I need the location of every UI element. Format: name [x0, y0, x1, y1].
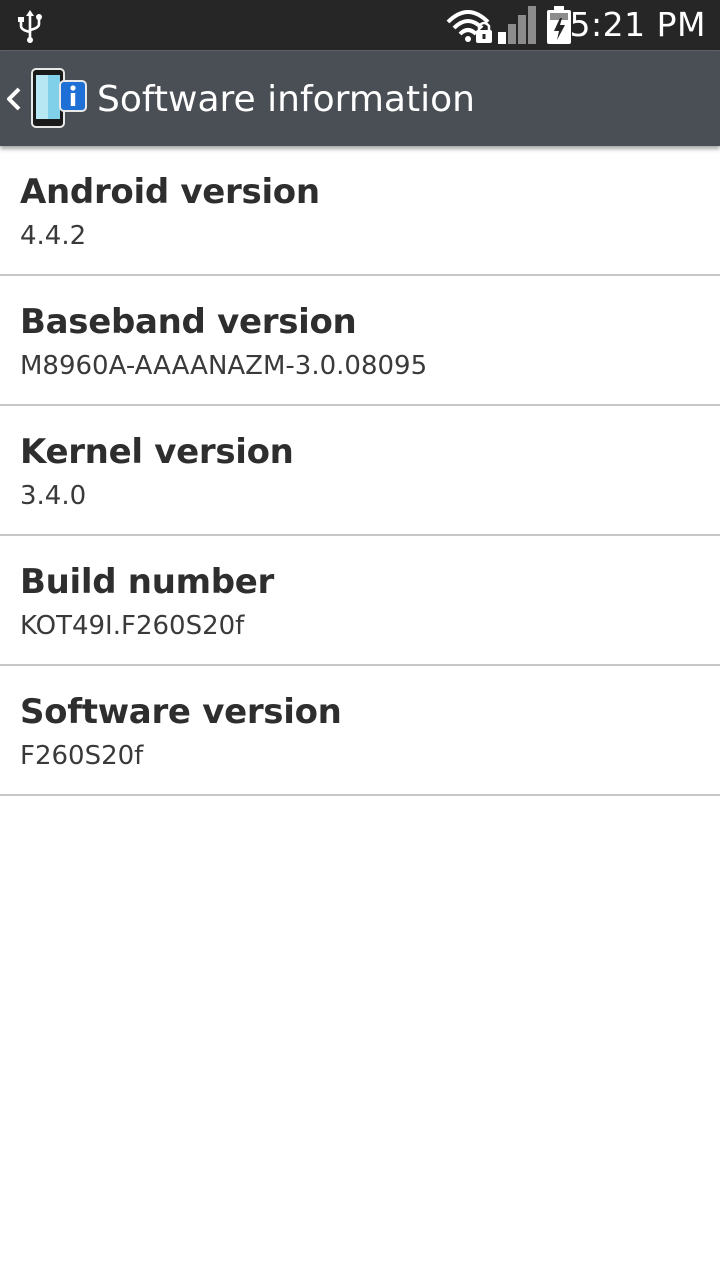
page-title: Software information	[97, 79, 475, 120]
list-item-kernel-version[interactable]: Kernel version 3.4.0	[0, 406, 720, 536]
list-item-android-version[interactable]: Android version 4.4.2	[0, 146, 720, 276]
item-label: Baseband version	[20, 302, 357, 342]
item-value: KOT49I.F260S20f	[20, 611, 245, 641]
battery-charging-icon	[547, 6, 571, 44]
phone-info-icon[interactable]	[30, 67, 88, 131]
signal-icon	[498, 6, 536, 44]
settings-list: Android version 4.4.2 Baseband version M…	[0, 146, 720, 796]
list-item-baseband-version[interactable]: Baseband version M8960A-AAAANAZM-3.0.080…	[0, 276, 720, 406]
item-label: Kernel version	[20, 432, 294, 472]
item-value: 4.4.2	[20, 221, 87, 251]
item-value: F260S20f	[20, 741, 144, 771]
action-bar: Software information	[0, 50, 720, 146]
list-item-build-number[interactable]: Build number KOT49I.F260S20f	[0, 536, 720, 666]
status-clock: 5:21 PM	[569, 5, 706, 44]
wifi-locked-icon	[446, 10, 492, 43]
list-item-software-version[interactable]: Software version F260S20f	[0, 666, 720, 796]
item-label: Build number	[20, 562, 275, 602]
chevron-left-icon[interactable]	[4, 85, 24, 113]
item-value: 3.4.0	[20, 481, 87, 511]
item-label: Software version	[20, 692, 342, 732]
usb-icon	[18, 10, 42, 43]
status-bar: 5:21 PM	[0, 0, 720, 50]
item-value: M8960A-AAAANAZM-3.0.08095	[20, 351, 428, 381]
item-label: Android version	[20, 172, 320, 212]
